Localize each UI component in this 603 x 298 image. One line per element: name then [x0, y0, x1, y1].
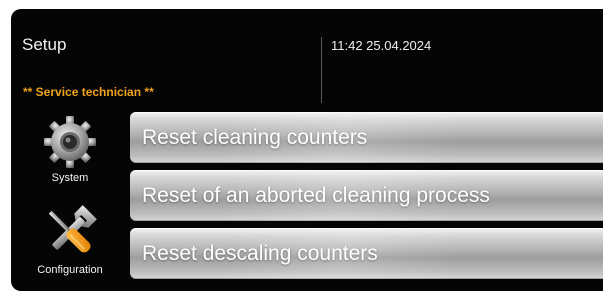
- nav-item-configuration[interactable]: Configuration: [11, 200, 129, 291]
- header-divider: [321, 37, 322, 103]
- reset-aborted-cleaning-button[interactable]: Reset of an aborted cleaning process: [130, 170, 603, 221]
- menu-label: Reset descaling counters: [142, 242, 378, 265]
- tools-icon: [48, 205, 97, 253]
- reset-descaling-counters-button[interactable]: Reset descaling counters: [130, 228, 603, 279]
- side-navigation: System Configuration: [11, 112, 129, 291]
- nav-label-system: System: [51, 172, 89, 184]
- page-title: Setup: [22, 35, 67, 54]
- gear-icon: [44, 116, 96, 168]
- reset-cleaning-counters-button[interactable]: Reset cleaning counters: [130, 112, 603, 163]
- nav-item-system[interactable]: System: [11, 112, 129, 194]
- menu-label: Reset cleaning counters: [142, 126, 368, 149]
- datetime-display: 11:42 25.04.2024: [331, 38, 432, 53]
- nav-label-configuration: Configuration: [37, 264, 103, 276]
- user-role-label: ** Service technician **: [23, 85, 154, 99]
- setup-screen: Setup ** Service technician ** 11:42 25.…: [11, 9, 603, 291]
- menu-label: Reset of an aborted cleaning process: [142, 184, 490, 207]
- setup-menu: Reset cleaning counters Reset of an abor…: [130, 112, 603, 291]
